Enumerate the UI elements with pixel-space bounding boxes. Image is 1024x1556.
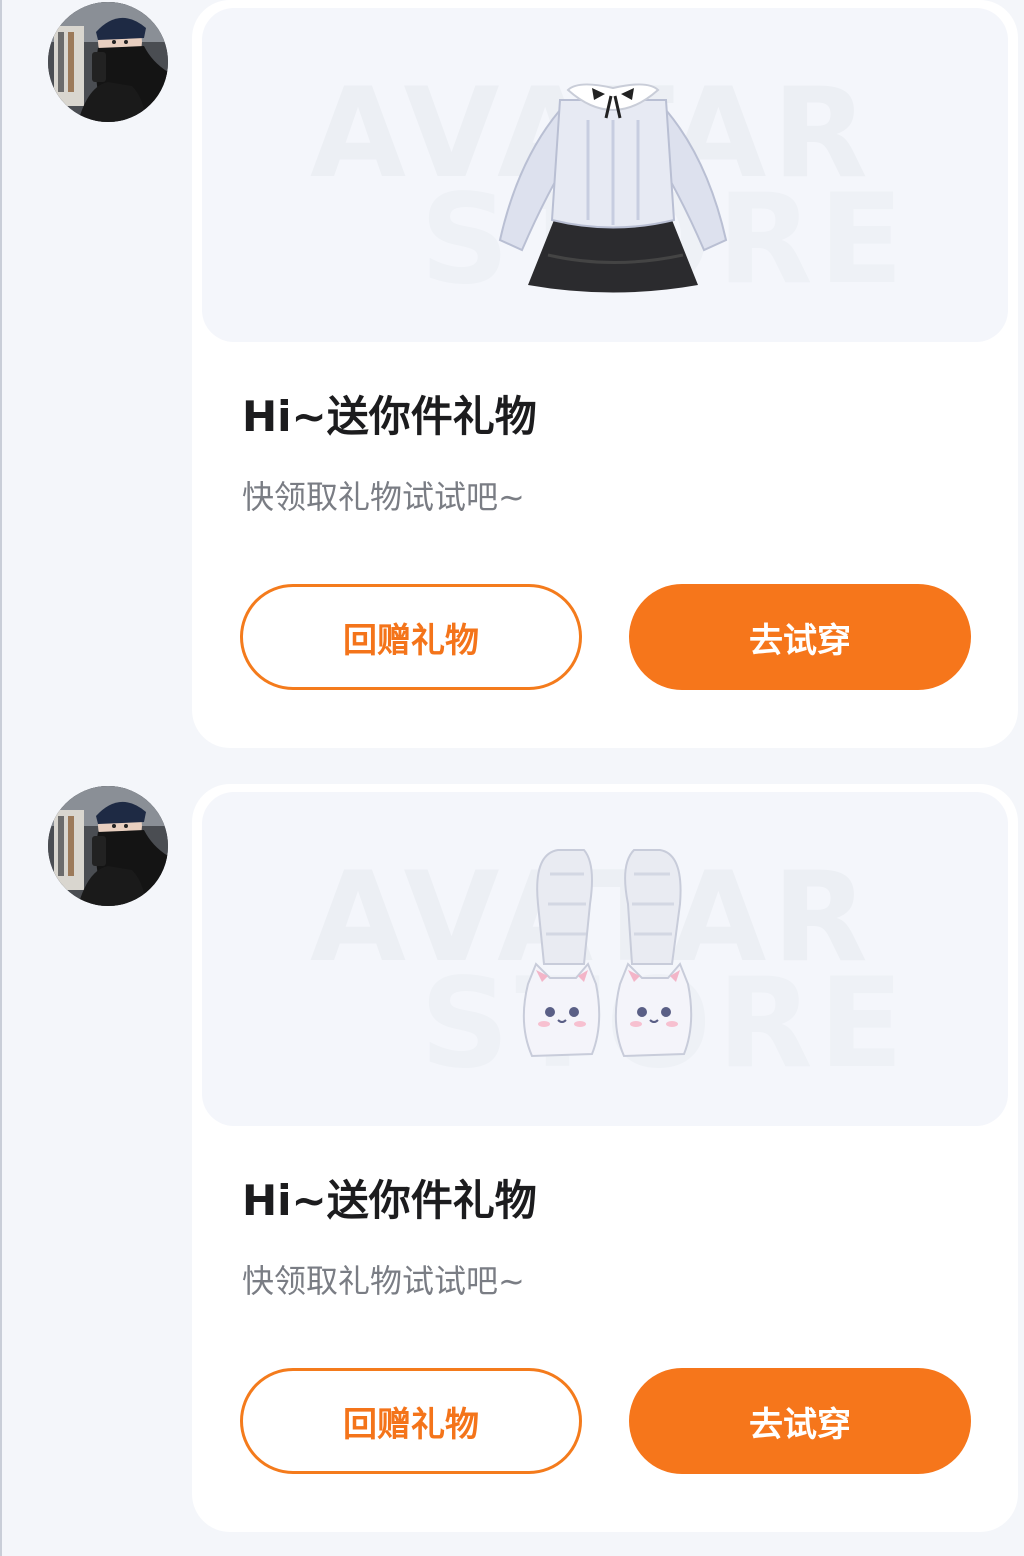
gift-title: Hi~送你件礼物 — [242, 392, 537, 441]
gift-subtitle: 快领取礼物试试吧~ — [242, 1262, 525, 1300]
gift-message: AVATAR STORE — [0, 784, 1024, 1534]
gift-card[interactable]: AVATAR STORE — [192, 784, 1018, 1532]
gift-item-preview[interactable]: AVATAR STORE — [202, 8, 1008, 342]
sender-avatar[interactable] — [48, 786, 168, 906]
avatar-photo-icon — [48, 786, 168, 906]
try-on-button[interactable]: 去试穿 — [629, 584, 971, 690]
try-on-button[interactable]: 去试穿 — [629, 1368, 971, 1474]
sweater-skirt-outfit-icon — [498, 83, 728, 293]
avatar-photo-icon — [48, 2, 168, 122]
gift-subtitle: 快领取礼物试试吧~ — [242, 478, 525, 516]
gift-title: Hi~送你件礼物 — [242, 1176, 537, 1225]
cat-slippers-leg-warmers-icon — [522, 849, 693, 1058]
return-gift-button[interactable]: 回赠礼物 — [240, 584, 582, 690]
gift-message: AVATAR STORE Hi~送你件礼物 快领取礼物试试吧~ 回赠礼物 — [0, 0, 1024, 750]
gift-item-preview[interactable]: AVATAR STORE — [202, 792, 1008, 1126]
sender-avatar[interactable] — [48, 2, 168, 122]
return-gift-button[interactable]: 回赠礼物 — [240, 1368, 582, 1474]
gift-card[interactable]: AVATAR STORE Hi~送你件礼物 快领取礼物试试吧~ 回赠礼物 — [192, 0, 1018, 748]
